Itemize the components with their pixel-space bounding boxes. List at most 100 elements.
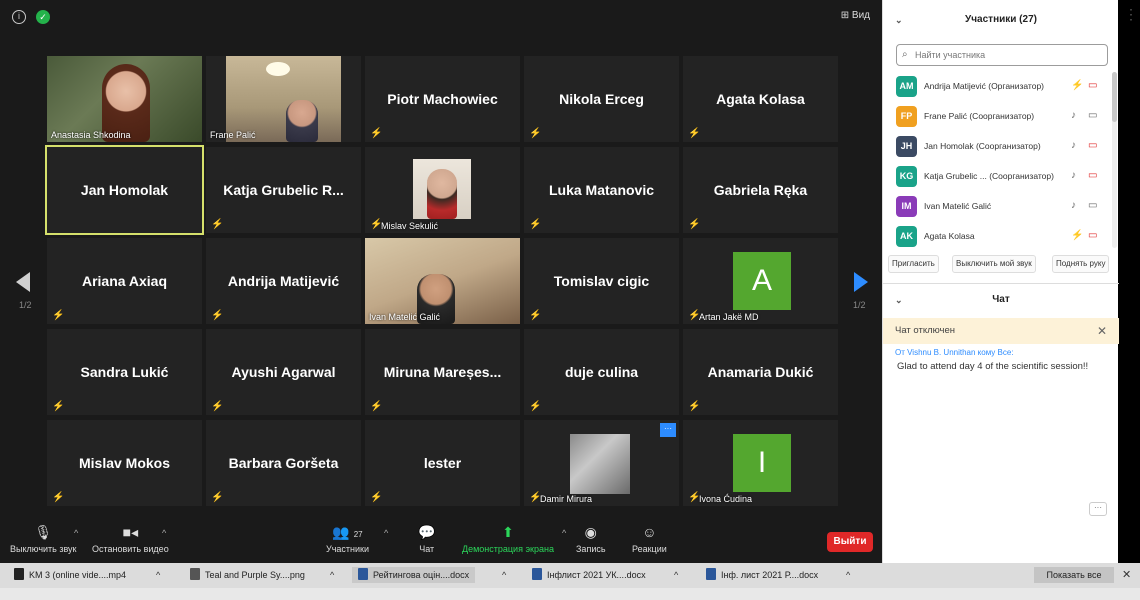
- name-tile[interactable]: Sandra Lukić ⚡: [47, 329, 202, 415]
- name-tile[interactable]: Andrija Matijević ⚡: [206, 238, 361, 324]
- chat-message-text: Glad to attend day 4 of the scientific s…: [897, 361, 1089, 372]
- avatar-tile[interactable]: I ⚡ Ivona Ćudina: [683, 420, 838, 506]
- muted-mic-icon: ⚡: [529, 219, 542, 230]
- participant-name: Agata Kolasa: [924, 231, 975, 241]
- audio-options-caret-icon[interactable]: ^: [74, 528, 78, 538]
- participants-button[interactable]: 👥 27 Участники: [326, 524, 369, 554]
- share-options-caret-icon[interactable]: ^: [562, 528, 566, 538]
- muted-mic-icon: ⚡: [52, 401, 65, 412]
- participant-row[interactable]: IM Ivan Matelić Galić ♪ ▭: [896, 192, 1108, 222]
- name-tile[interactable]: Barbara Goršeta ⚡: [206, 420, 361, 506]
- name-tile[interactable]: Ayushi Agarwal ⚡: [206, 329, 361, 415]
- download-caret-icon[interactable]: ^: [846, 567, 850, 583]
- window-menu-icon[interactable]: ⋮: [1124, 6, 1138, 23]
- collapse-chevron-icon[interactable]: ⌄: [895, 288, 903, 312]
- chat-bubble-icon: 💬: [418, 524, 436, 540]
- chat-header: ⌄ Чат: [883, 288, 1119, 312]
- video-tile[interactable]: Anastasia Shkodina: [47, 56, 202, 142]
- reactions-button[interactable]: ☺ Реакции: [632, 524, 667, 554]
- leave-button[interactable]: Выйти: [827, 532, 873, 552]
- muted-mic-icon: ⚡: [1071, 230, 1084, 241]
- stop-video-label: Остановить видео: [92, 544, 169, 554]
- participant-row[interactable]: FP Frane Palić (Соорганизатор) ♪ ▭: [896, 102, 1108, 132]
- name-tile[interactable]: Katja Grubelic R... ⚡: [206, 147, 361, 233]
- smiley-icon: ☺: [642, 524, 657, 540]
- shield-icon[interactable]: ✓: [36, 10, 50, 24]
- participant-search-input[interactable]: ⌕ Найти участника: [896, 44, 1108, 66]
- download-item[interactable]: Teal and Purple Sy....png: [190, 567, 305, 583]
- avatar-tile[interactable]: A ⚡ Artan Jakë MD: [683, 238, 838, 324]
- download-caret-icon[interactable]: ^: [674, 567, 678, 583]
- record-button[interactable]: ◉ Запись: [576, 524, 606, 554]
- close-icon[interactable]: ✕: [1097, 318, 1107, 344]
- tile-name: Ayushi Agarwal: [231, 364, 336, 380]
- name-tile[interactable]: Agata Kolasa ⚡: [683, 56, 838, 142]
- chat-more-icon[interactable]: ···: [1089, 502, 1107, 516]
- invite-button[interactable]: Пригласить: [888, 255, 939, 273]
- download-item[interactable]: Рейтингова оцін....docx: [352, 567, 476, 583]
- name-tile[interactable]: Nikola Erceg ⚡: [524, 56, 679, 142]
- name-tile[interactable]: Luka Matanovic ⚡: [524, 147, 679, 233]
- download-item[interactable]: Інф. лист 2021 Р....docx: [706, 567, 818, 583]
- participants-list: AM Andrija Matijević (Организатор) ⚡ ▭ F…: [896, 72, 1108, 252]
- name-tile[interactable]: lester ⚡: [365, 420, 520, 506]
- name-tile[interactable]: Ariana Axiaq ⚡: [47, 238, 202, 324]
- name-tile[interactable]: Anamaria Dukić ⚡: [683, 329, 838, 415]
- view-button[interactable]: ⊞ Вид: [841, 10, 870, 21]
- participant-row[interactable]: JH Jan Homolak (Соорганизатор) ♪ ▭: [896, 132, 1108, 162]
- name-tile[interactable]: Tomislav cigic ⚡: [524, 238, 679, 324]
- participants-options-caret-icon[interactable]: ^: [384, 528, 388, 538]
- raise-hand-button[interactable]: Поднять руку: [1052, 255, 1110, 273]
- download-item[interactable]: KM 3 (online vide....mp4: [14, 567, 126, 583]
- name-tile[interactable]: Piotr Machowiec ⚡: [365, 56, 520, 142]
- tile-name: duje culina: [564, 364, 639, 380]
- tile-name: lester: [423, 455, 462, 471]
- participant-figure: [427, 169, 457, 219]
- video-tile[interactable]: ··· ⚡ Damir Mirura: [524, 420, 679, 506]
- download-item[interactable]: Інфлист 2021 УК....docx: [532, 567, 646, 583]
- tile-name: Luka Matanovic: [548, 182, 655, 198]
- download-caret-icon[interactable]: ^: [330, 567, 334, 583]
- share-screen-button[interactable]: ⬆ Демонстрация экрана: [462, 524, 554, 554]
- participant-name: Ivan Matelić Galić: [924, 201, 992, 211]
- participant-row[interactable]: KG Katja Grubelic ... (Соорганизатор) ♪ …: [896, 162, 1108, 192]
- next-page-arrow-icon[interactable]: [854, 272, 868, 292]
- scrollbar-thumb[interactable]: [1112, 72, 1117, 122]
- download-caret-icon[interactable]: ^: [156, 567, 160, 583]
- participant-row[interactable]: AK Agata Kolasa ⚡ ▭: [896, 222, 1108, 252]
- download-name: Teal and Purple Sy....png: [205, 570, 305, 580]
- name-tile[interactable]: Gabriela Ręka ⚡: [683, 147, 838, 233]
- name-tile[interactable]: Miruna Mareșes... ⚡: [365, 329, 520, 415]
- participants-icon: 👥 27: [332, 524, 363, 540]
- reactions-label: Реакции: [632, 544, 667, 554]
- mute-me-button[interactable]: Выключить мой звук: [952, 255, 1036, 273]
- video-options-caret-icon[interactable]: ^: [162, 528, 166, 538]
- chat-button[interactable]: 💬 Чат: [418, 524, 435, 554]
- more-options-icon[interactable]: ···: [660, 423, 676, 437]
- name-tile[interactable]: duje culina ⚡: [524, 329, 679, 415]
- mute-button[interactable]: 🎙 Выключить звук: [10, 524, 77, 554]
- participant-row[interactable]: AM Andrija Matijević (Организатор) ⚡ ▭: [896, 72, 1108, 102]
- stop-video-button[interactable]: ■◂ Остановить видео: [92, 524, 169, 554]
- participant-avatar: IM: [896, 196, 917, 217]
- info-icon[interactable]: i: [12, 10, 26, 24]
- name-tile-active-speaker[interactable]: Jan Homolak: [45, 145, 204, 235]
- word-file-icon: [706, 568, 716, 580]
- video-camera-icon: ■◂: [122, 524, 139, 540]
- name-tile[interactable]: Mislav Mokos ⚡: [47, 420, 202, 506]
- participants-scrollbar[interactable]: [1112, 72, 1117, 248]
- muted-mic-icon: ⚡: [52, 310, 65, 321]
- video-tile[interactable]: ⚡ Mislav Sekulić: [365, 147, 520, 233]
- video-tile[interactable]: Ivan Matelić Galić: [365, 238, 520, 324]
- collapse-chevron-icon[interactable]: ⌄: [895, 8, 903, 32]
- video-tile[interactable]: Frane Palić: [206, 56, 361, 142]
- download-caret-icon[interactable]: ^: [502, 567, 506, 583]
- video-off-icon: ▭: [1088, 80, 1098, 91]
- muted-mic-icon: ⚡: [688, 492, 701, 503]
- download-name: Рейтингова оцін....docx: [373, 570, 470, 580]
- image-file-icon: [190, 568, 200, 580]
- meeting-toolbar: 🎙 Выключить звук ^ ■◂ Остановить видео ^…: [0, 520, 882, 563]
- show-all-button[interactable]: Показать все: [1034, 567, 1114, 583]
- close-icon[interactable]: ✕: [1122, 567, 1131, 583]
- prev-page-arrow-icon[interactable]: [16, 272, 30, 292]
